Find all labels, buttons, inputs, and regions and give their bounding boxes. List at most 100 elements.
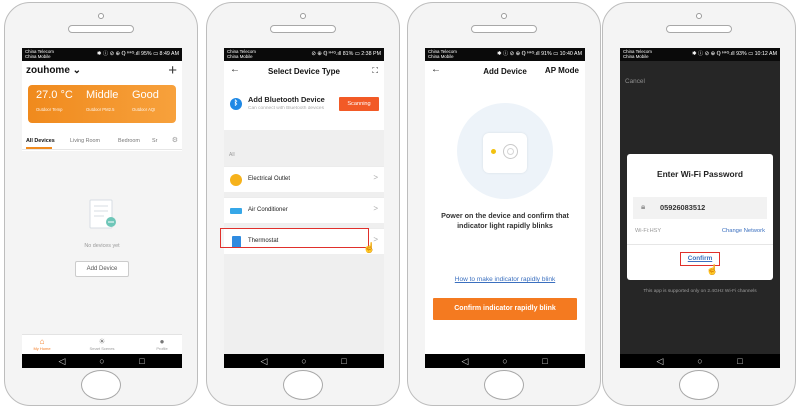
power-button-icon — [503, 144, 518, 159]
weather-aqi-label: Outdoor AQI — [132, 107, 156, 112]
add-device-button[interactable]: Add Device — [75, 261, 129, 277]
status-bar: China Telecom China Mobile ⊘ ⊕ ℚ ᴴ⁴ᴳ.ıll… — [224, 48, 384, 61]
status-bar: China Telecom China Mobile ✱ ⓘ ⊘ ⊕ ℚ ᴴ⁴ᴳ… — [425, 48, 585, 61]
home-nav-icon[interactable]: ○ — [690, 354, 710, 368]
status-icons: ⊘ ⊕ ℚ ᴴ⁴ᴳ.ıll 81% ▭ 2:38 PM — [311, 51, 381, 57]
device-list-empty: No devices yet Add Device — [22, 151, 182, 334]
add-device-screen: China Telecom China Mobile ✱ ⓘ ⊘ ⊕ ℚ ᴴ⁴ᴳ… — [425, 48, 585, 368]
home-button — [283, 370, 323, 400]
tutorial-strip: China Telecom China Mobile ✱ ⓘ ⊘ ⊕ ℚ ᴴ⁴ᴳ… — [0, 0, 796, 411]
header: ← Select Device Type ⛶ — [224, 61, 384, 83]
highlight-box — [220, 228, 369, 248]
confirm-button[interactable]: Confirm — [680, 252, 720, 266]
home-button — [679, 370, 719, 400]
status-icons: ✱ ⓘ ⊘ ⊕ ℚ ᴴ⁴ᴳ.ıll 95% ▭ 8:49 AM — [96, 51, 179, 57]
home-button — [81, 370, 121, 400]
lock-icon: 🔒︎ — [641, 202, 646, 211]
page-title: Select Device Type — [268, 67, 340, 76]
tab-sr[interactable]: Sr — [152, 138, 157, 144]
ap-mode-link[interactable]: AP Mode — [545, 66, 579, 75]
android-navbar: ◁ ○ □ — [224, 354, 384, 368]
speaker — [68, 25, 134, 33]
home-nav-icon[interactable]: ○ — [294, 354, 314, 368]
status-bar: China Telecom China Mobile ✱ ⓘ ⊘ ⊕ ℚ ᴴ⁴ᴳ… — [22, 48, 182, 61]
password-value: 05926083512 — [660, 203, 706, 212]
tabbar-smart-scenes[interactable]: ☀ Smart Scenes — [82, 337, 122, 351]
indicator-light — [491, 149, 496, 154]
outlet-icon — [230, 174, 242, 186]
confirm-blink-button[interactable]: Confirm indicator rapidly blink — [433, 298, 577, 320]
home-header: zouhome ⌄ + — [22, 61, 182, 83]
tabbar-label: Profile — [156, 346, 168, 351]
home-screen: China Telecom China Mobile ✱ ⓘ ⊘ ⊕ ℚ ᴴ⁴ᴳ… — [22, 48, 182, 368]
cancel-link[interactable]: Cancel — [625, 78, 645, 85]
speaker — [666, 25, 732, 33]
carrier-text: China Telecom China Mobile — [25, 49, 54, 60]
weather-pm25-label: Outdoor PM2.5 — [86, 107, 115, 112]
phone-3: China Telecom China Mobile ✱ ⓘ ⊘ ⊕ ℚ ᴴ⁴ᴳ… — [407, 2, 601, 406]
device-type-air-conditioner[interactable]: Air Conditioner > — [224, 197, 384, 223]
password-field[interactable]: 🔒︎ 05926083512 — [633, 197, 767, 219]
recent-nav-icon[interactable]: □ — [535, 354, 555, 368]
bluetooth-icon: ᛒ — [230, 98, 242, 110]
tabbar-label: Smart Scenes — [89, 346, 115, 351]
device-illustration — [457, 103, 553, 199]
tab-indicator — [26, 147, 52, 149]
all-section-label: All — [229, 152, 235, 158]
device-type-name: Air Conditioner — [248, 207, 288, 213]
chevron-right-icon: > — [373, 204, 378, 213]
tab-bedroom[interactable]: Bedroom — [118, 138, 140, 144]
back-nav-icon[interactable]: ◁ — [52, 354, 72, 368]
back-nav-icon[interactable]: ◁ — [650, 354, 670, 368]
weather-temp-label: Outdoor Temp — [36, 107, 63, 112]
device-type-electrical-outlet[interactable]: Electrical Outlet > — [224, 166, 384, 192]
camera — [300, 13, 306, 19]
tab-all-devices[interactable]: All Devices — [26, 138, 55, 144]
bluetooth-row[interactable]: ᛒ Add Bluetooth Device Can connect with … — [224, 86, 384, 126]
device-body — [483, 133, 527, 173]
plus-icon[interactable]: + — [168, 62, 177, 79]
select-device-screen: China Telecom China Mobile ⊘ ⊕ ℚ ᴴ⁴ᴳ.ıll… — [224, 48, 384, 368]
scan-frame-icon[interactable]: ⛶ — [372, 66, 378, 76]
status-bar: China Telecom China Mobile ✱ ⓘ ⊘ ⊕ ℚ ᴴ⁴ᴳ… — [620, 48, 780, 61]
tabbar-my-home[interactable]: ⌂ My Home — [22, 337, 62, 351]
scanning-button[interactable]: Scanning — [339, 97, 379, 111]
back-nav-icon[interactable]: ◁ — [254, 354, 274, 368]
tabbar-profile[interactable]: ● Profile — [142, 337, 182, 351]
wifi-note: This app is supported only on 2.4GHz Wi-… — [643, 289, 757, 294]
recent-nav-icon[interactable]: □ — [730, 354, 750, 368]
camera — [696, 13, 702, 19]
bottom-tabbar: ⌂ My Home ☀ Smart Scenes ● Profile — [22, 334, 182, 354]
tabbar-label: My Home — [33, 346, 51, 351]
empty-box-icon — [89, 199, 116, 229]
home-nav-icon[interactable]: ○ — [92, 354, 112, 368]
weather-pm25: Middle — [86, 89, 119, 101]
gear-icon[interactable]: ⚙ — [172, 136, 178, 144]
dialog-title: Enter Wi-Fi Password — [656, 169, 743, 179]
back-nav-icon[interactable]: ◁ — [455, 354, 475, 368]
carrier-text: China Telecom China Mobile — [428, 49, 457, 60]
recent-nav-icon[interactable]: □ — [132, 354, 152, 368]
weather-temp: 27.0 °C — [36, 89, 73, 101]
carrier-text: China Telecom China Mobile — [623, 49, 652, 60]
phone-4: China Telecom China Mobile ✱ ⓘ ⊘ ⊕ ℚ ᴴ⁴ᴳ… — [602, 2, 796, 406]
carrier-text: China Telecom China Mobile — [227, 49, 256, 60]
change-network-link[interactable]: Change Network — [722, 228, 765, 234]
phone-1: China Telecom China Mobile ✱ ⓘ ⊘ ⊕ ℚ ᴴ⁴ᴳ… — [4, 2, 198, 406]
how-to-link[interactable]: How to make indicator rapidly blink — [425, 276, 585, 283]
home-nav-icon[interactable]: ○ — [495, 354, 515, 368]
android-navbar: ◁ ○ □ — [425, 354, 585, 368]
recent-nav-icon[interactable]: □ — [334, 354, 354, 368]
sun-icon: ☀ — [98, 337, 106, 346]
speaker — [471, 25, 537, 33]
bluetooth-title: Add Bluetooth Device — [248, 95, 325, 104]
divider — [627, 244, 773, 245]
home-selector[interactable]: zouhome ⌄ — [26, 65, 81, 76]
phone-2: China Telecom China Mobile ⊘ ⊕ ℚ ᴴ⁴ᴳ.ıll… — [206, 2, 400, 406]
tab-living-room[interactable]: Living Room — [70, 138, 100, 144]
home-button — [484, 370, 524, 400]
house-icon: ⌂ — [39, 337, 45, 346]
empty-message: No devices yet — [84, 243, 120, 249]
ac-icon — [230, 208, 242, 214]
wifi-password-screen: China Telecom China Mobile ✱ ⓘ ⊘ ⊕ ℚ ᴴ⁴ᴳ… — [620, 48, 780, 368]
